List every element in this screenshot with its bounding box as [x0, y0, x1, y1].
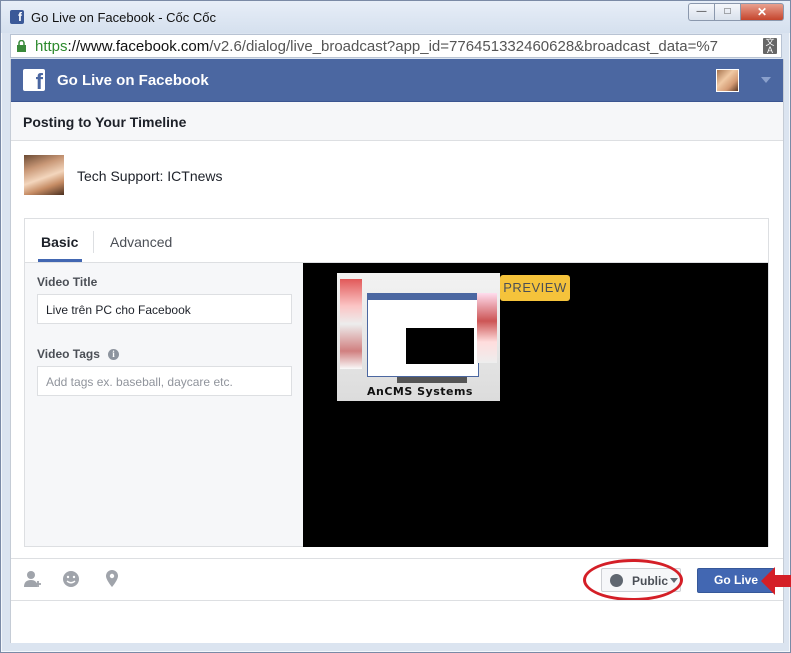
active-tab-indicator: [38, 259, 82, 262]
chevron-down-icon[interactable]: [761, 77, 771, 83]
preview-badge: PREVIEW: [500, 275, 570, 301]
facebook-logo-icon: f: [23, 69, 45, 91]
facebook-header: f Go Live on Facebook: [11, 59, 783, 102]
url-scheme: https: [35, 38, 68, 55]
user-avatar[interactable]: [716, 69, 739, 92]
close-button[interactable]: ✕: [740, 3, 784, 21]
dialog-title: Go Live on Facebook: [57, 72, 209, 89]
location-pin-icon[interactable]: [102, 569, 122, 589]
thumbnail-video-area: [406, 328, 474, 364]
posting-target: Posting to Your Timeline: [11, 102, 783, 141]
thumbnail-window: [367, 293, 479, 377]
dialog-page: f Go Live on Facebook Posting to Your Ti…: [10, 59, 791, 643]
window-title: Go Live on Facebook - Cốc Cốc: [31, 10, 216, 25]
window-controls: — □ ✕: [688, 3, 784, 21]
translate-icon[interactable]: 文A: [763, 38, 777, 55]
page-name: Tech Support: ICTnews: [77, 168, 223, 184]
footer-divider: [11, 600, 783, 601]
video-title-input[interactable]: Live trên PC cho Facebook: [37, 294, 292, 324]
browser-window: f Go Live on Facebook - Cốc Cốc — □ ✕ ht…: [0, 0, 791, 653]
tab-advanced[interactable]: Advanced: [110, 234, 172, 250]
page-avatar: [24, 155, 64, 195]
video-tags-input[interactable]: Add tags ex. baseball, daycare etc.: [37, 366, 292, 396]
info-icon[interactable]: i: [108, 349, 119, 360]
annotation-arrow-icon: [761, 567, 791, 595]
tab-bar: Basic Advanced: [25, 219, 768, 263]
feeling-icon[interactable]: [61, 569, 81, 589]
tab-divider: [93, 231, 94, 253]
thumbnail-sidebar: [340, 279, 362, 369]
url-host: ://www.facebook.com: [67, 38, 210, 55]
url-text: https://www.facebook.com/v2.6/dialog/liv…: [35, 38, 765, 55]
maximize-button[interactable]: □: [714, 3, 740, 21]
annotation-circle: [583, 559, 683, 601]
posting-label: Posting to Your Timeline: [23, 114, 187, 130]
lock-icon: [17, 40, 26, 52]
tag-people-icon[interactable]: [23, 569, 43, 589]
video-title-label: Video Title: [37, 275, 98, 289]
broadcast-panel: Basic Advanced Video Title Live trên PC …: [24, 218, 769, 547]
thumbnail-window-bar: [368, 294, 478, 300]
tab-basic[interactable]: Basic: [41, 234, 78, 250]
minimize-button[interactable]: —: [688, 3, 714, 21]
facebook-favicon-icon: f: [10, 10, 24, 24]
thumbnail-right-panel: [477, 293, 497, 363]
address-bar[interactable]: https://www.facebook.com/v2.6/dialog/liv…: [10, 34, 782, 58]
thumbnail-taskbar: [397, 377, 467, 383]
url-path: /v2.6/dialog/live_broadcast?app_id=77645…: [209, 38, 719, 55]
dialog-footer: Public Go Live: [11, 558, 791, 601]
video-tags-label: Video Tags: [37, 347, 100, 361]
preview-thumbnail: AnCMS Systems: [337, 273, 500, 401]
window-titlebar: f Go Live on Facebook - Cốc Cốc — □ ✕: [1, 1, 790, 33]
thumbnail-brand: AnCMS Systems: [367, 385, 473, 398]
video-preview: AnCMS Systems PREVIEW: [303, 263, 768, 547]
